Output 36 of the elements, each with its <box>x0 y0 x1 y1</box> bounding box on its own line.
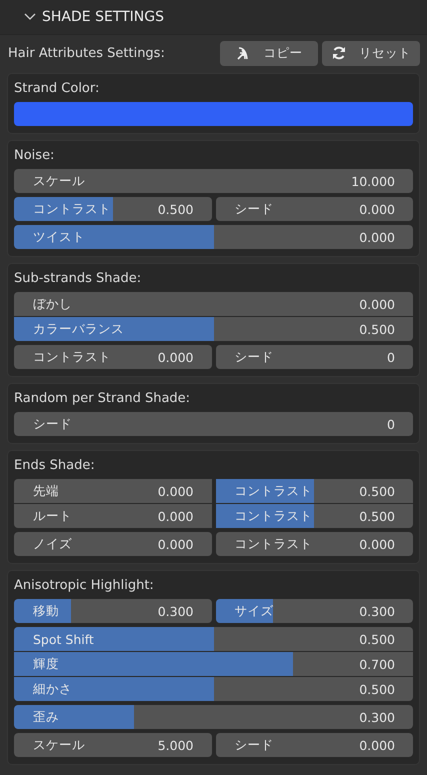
slider-field[interactable]: スケール 5.000 <box>14 733 212 757</box>
reset-button[interactable]: リセット <box>322 40 420 66</box>
section-title: Strand Color: <box>14 80 100 98</box>
slider-field[interactable]: ぼかし 0.000 <box>14 292 413 316</box>
slider-field[interactable]: ルート 0.000 <box>14 504 212 528</box>
slider-field[interactable]: コントラスト 0.500 <box>216 479 413 503</box>
section-title: Sub-strands Shade: <box>14 270 142 288</box>
refresh-icon <box>331 45 347 61</box>
slider-field[interactable]: 先端 0.000 <box>14 479 212 503</box>
section-title: Ends Shade: <box>14 457 96 475</box>
slider-field[interactable]: カラーバランス 0.500 <box>14 317 413 341</box>
slider-field[interactable]: Spot Shift 0.500 <box>14 627 413 651</box>
panel-header[interactable]: SHADE SETTINGS <box>0 0 427 35</box>
slider-field[interactable]: シード 0.000 <box>216 733 413 757</box>
slider-field[interactable]: 細かさ 0.500 <box>14 677 413 701</box>
section-title: Anisotropic Highlight: <box>14 577 155 595</box>
section-title: Random per Strand Shade: <box>14 390 192 408</box>
chevron-icon[interactable] <box>24 13 36 21</box>
slider-field[interactable]: ツイスト 0.000 <box>14 225 413 249</box>
slider-field[interactable]: サイズ 0.300 <box>216 599 413 623</box>
slider-field[interactable]: ノイズ 0.000 <box>14 532 212 556</box>
color-field[interactable] <box>14 102 413 126</box>
attributes-label: Hair Attributes Settings: <box>7 46 166 60</box>
slider-field[interactable]: コントラスト 0.500 <box>14 197 212 221</box>
slider-field[interactable]: 移動 0.300 <box>14 599 212 623</box>
slider-field[interactable]: 歪み 0.300 <box>14 705 413 729</box>
slider-field[interactable]: スケール 10.000 <box>14 169 413 193</box>
slider-field[interactable]: コントラスト 0.000 <box>216 532 413 556</box>
slider-field[interactable]: コントラスト 0.000 <box>14 345 212 369</box>
slider-field[interactable]: シード 0.000 <box>216 197 413 221</box>
copy-button[interactable]: コピー <box>220 40 318 66</box>
slider-field[interactable]: シード 0 <box>14 412 413 436</box>
slider-field[interactable]: シード 0 <box>216 345 413 369</box>
slider-field[interactable]: 輝度 0.700 <box>14 652 413 676</box>
section-title: Noise: <box>14 147 56 165</box>
slider-field[interactable]: コントラスト 0.500 <box>216 504 413 528</box>
